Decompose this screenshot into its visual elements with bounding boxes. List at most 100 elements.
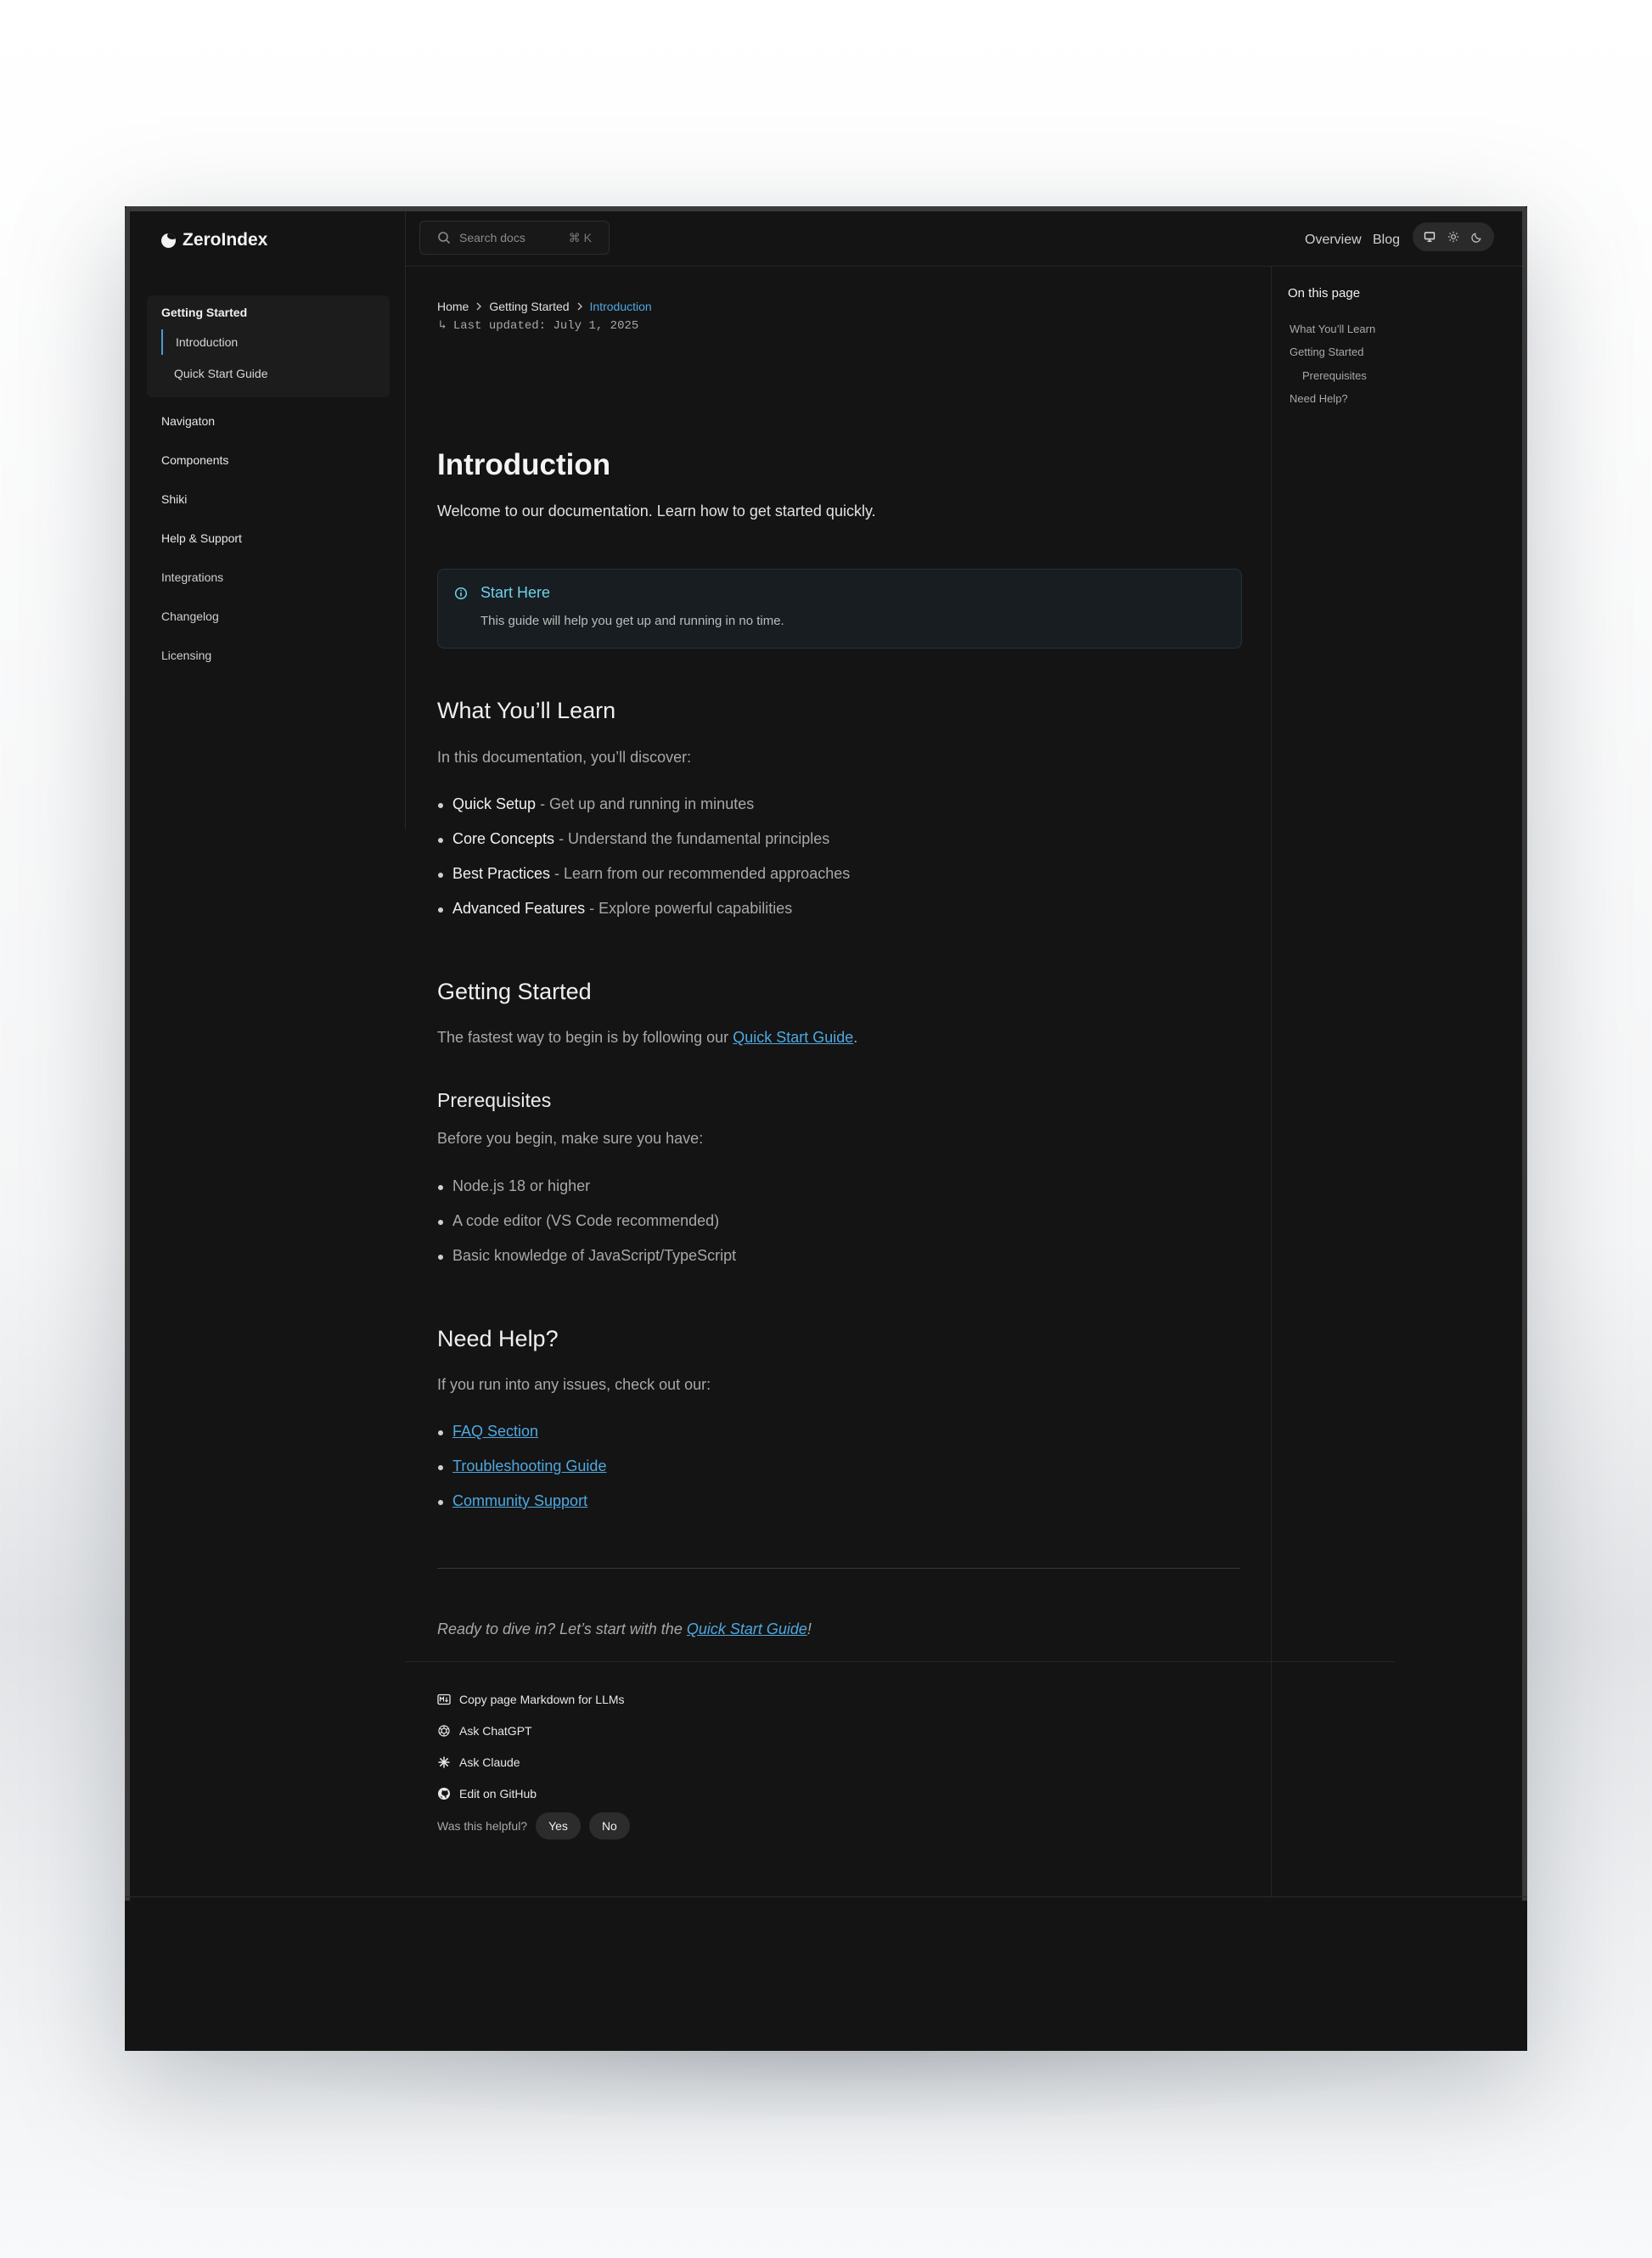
search-icon [438,232,451,244]
markdown-icon [437,1694,451,1705]
list-item: A code editor (VS Code recommended) [437,1212,720,1229]
feedback: Was this helpful? Yes No [437,1812,630,1840]
toc-title: On this page [1288,286,1361,301]
page-title: Introduction [437,448,611,481]
getting-started-text-after: . [853,1029,858,1046]
list-item-desc: - Understand the fundamental principles [554,830,830,847]
claude-icon [438,1756,450,1768]
window-bottom-edge [125,1896,1527,1897]
chevron-right-icon [476,302,482,311]
list-item: Node.js 18 or higher [437,1177,591,1194]
closing-quick-start-link[interactable]: Quick Start Guide [687,1620,807,1637]
heading-what-youll-learn: What You’ll Learn [437,698,616,723]
sidebar-item-changelog[interactable]: Changelog [161,609,219,623]
getting-started-text-before: The fastest way to begin is by following… [437,1029,733,1046]
search-input[interactable]: Search docs ⌘ K [419,221,610,255]
edit-on-github-label: Edit on GitHub [459,1787,537,1800]
quick-start-guide-link[interactable]: Quick Start Guide [733,1029,853,1046]
breadcrumb: Home Getting Started Introduction [437,300,652,313]
list-item: Community Support [437,1492,587,1510]
list-item: Basic knowledge of JavaScript/TypeScript [437,1247,737,1264]
list-item: Core Concepts - Understand the fundament… [437,830,830,848]
brand-name: ZeroIndex [183,230,268,250]
list-item-desc: - Explore powerful capabilities [585,900,793,917]
return-arrow-icon: ↳ [439,319,447,333]
github-icon [438,1788,450,1800]
monitor-icon[interactable] [1419,227,1440,247]
copy-markdown-button[interactable]: Copy page Markdown for LLMs [437,1693,625,1706]
list-item-term: Advanced Features [452,900,586,917]
moon-icon[interactable] [1467,227,1487,247]
sidebar-item-shiki[interactable]: Shiki [161,492,187,506]
edit-on-github-button[interactable]: Edit on GitHub [437,1787,537,1800]
getting-started-text: The fastest way to begin is by following… [437,1029,857,1047]
list-item: Troubleshooting Guide [437,1458,606,1475]
search-shortcut: ⌘ K [568,230,592,244]
nav-link-overview[interactable]: Overview [1305,233,1362,248]
closing-text: Ready to dive in? Let’s start with the Q… [437,1620,812,1638]
top-bar: Search docs ⌘ K Overview Blog [406,211,1522,267]
breadcrumb-current: Introduction [589,300,652,313]
breadcrumb-getting-started[interactable]: Getting Started [489,300,569,313]
app-window: ZeroIndex Getting Started Introduction Q… [125,206,1527,2051]
toc-item-getting-started[interactable]: Getting Started [1290,345,1363,358]
sidebar-item-licensing[interactable]: Licensing [161,649,211,662]
sidebar-item-introduction[interactable]: Introduction [161,329,374,355]
chatgpt-icon [438,1725,450,1737]
heading-getting-started: Getting Started [437,979,592,1004]
chevron-right-icon [577,302,582,311]
help-intro: If you run into any issues, check out ou… [437,1376,711,1393]
sidebar-item-quick-start-guide[interactable]: Quick Start Guide [161,361,374,386]
copy-markdown-label: Copy page Markdown for LLMs [459,1693,625,1706]
sidebar-group-getting-started: Getting Started Introduction Quick Start… [147,295,390,397]
sidebar-item-getting-started[interactable]: Getting Started [161,306,247,319]
logo-icon [161,233,176,248]
brand-logo[interactable]: ZeroIndex [161,230,267,250]
list-item: Advanced Features - Explore powerful cap… [437,900,793,918]
closing-text-after: ! [806,1620,812,1637]
sun-icon[interactable] [1443,227,1464,247]
sidebar-item-help-support[interactable]: Help & Support [161,531,242,545]
divider [406,1661,1395,1662]
toc-item-need-help[interactable]: Need Help? [1290,392,1348,405]
info-icon [454,587,468,600]
divider [437,1568,1240,1569]
search-placeholder: Search docs [459,231,525,244]
troubleshooting-link[interactable]: Troubleshooting Guide [452,1458,606,1474]
nav-link-blog[interactable]: Blog [1373,233,1400,248]
faq-link[interactable]: FAQ Section [452,1423,538,1440]
callout-start-here: Start Here This guide will help you get … [437,569,1242,649]
heading-prerequisites: Prerequisites [437,1089,552,1111]
prereq-intro: Before you begin, make sure you have: [437,1130,704,1147]
sidebar-item-components[interactable]: Components [161,453,228,467]
list-item: Quick Setup - Get up and running in minu… [437,795,755,813]
toc-item-prerequisites[interactable]: Prerequisites [1302,369,1367,382]
ask-chatgpt-button[interactable]: Ask ChatGPT [437,1724,532,1738]
learn-intro: In this documentation, you’ll discover: [437,749,692,766]
sidebar-item-navigation[interactable]: Navigaton [161,414,215,428]
feedback-yes-button[interactable]: Yes [536,1812,581,1840]
breadcrumb-home[interactable]: Home [437,300,469,313]
list-item-term: Core Concepts [452,830,555,847]
heading-need-help: Need Help? [437,1326,559,1351]
list-item: FAQ Section [437,1423,538,1441]
sidebar: ZeroIndex Getting Started Introduction Q… [130,211,406,829]
last-updated: ↳ Last updated: July 1, 2025 [439,318,638,333]
ask-chatgpt-label: Ask ChatGPT [459,1724,532,1738]
last-updated-text: Last updated: July 1, 2025 [452,319,639,333]
list-item-desc: - Get up and running in minutes [536,795,755,812]
sidebar-item-integrations[interactable]: Integrations [161,570,223,584]
closing-text-before: Ready to dive in? Let’s start with the [437,1620,687,1637]
list-item-term: Quick Setup [452,795,537,812]
table-of-contents: On this page What You’ll Learn Getting S… [1271,267,1523,1896]
list-item: Best Practices - Learn from our recommen… [437,865,850,883]
callout-body: This guide will help you get up and runn… [480,614,784,628]
community-support-link[interactable]: Community Support [452,1492,587,1509]
feedback-question: Was this helpful? [437,1819,528,1833]
toc-item-what-youll-learn[interactable]: What You’ll Learn [1290,323,1375,335]
page-lead: Welcome to our documentation. Learn how … [437,503,876,520]
callout-title: Start Here [480,584,551,601]
ask-claude-label: Ask Claude [459,1755,520,1769]
feedback-no-button[interactable]: No [588,1812,630,1840]
ask-claude-button[interactable]: Ask Claude [437,1755,520,1769]
